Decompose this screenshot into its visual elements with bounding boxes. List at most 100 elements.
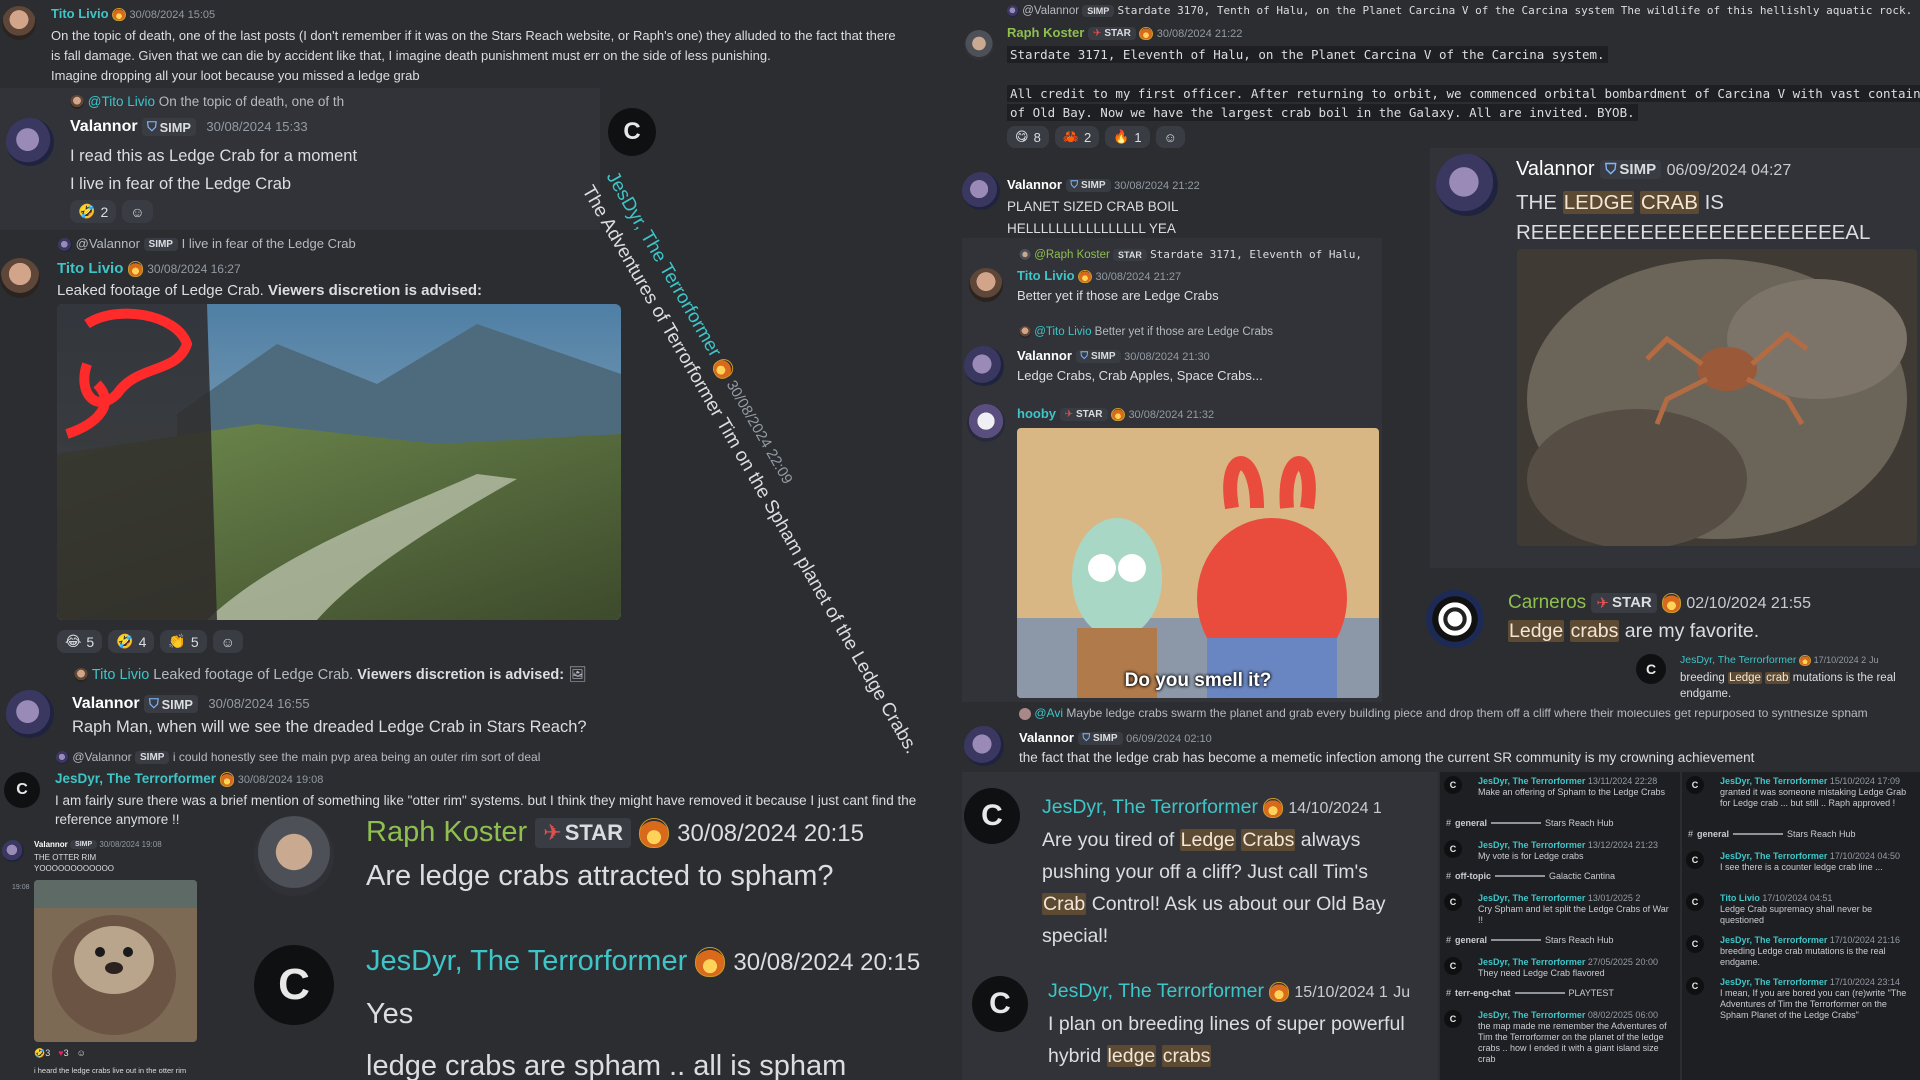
search-result[interactable]: C JesDyr, The Terrorformer 17/10/2024 23:… [1686,977,1914,1021]
reaction-yum[interactable]: 😋 8 [1007,126,1049,148]
reply-mention[interactable]: @Valannor [76,236,140,251]
avatar[interactable]: C [972,976,1028,1032]
author-name[interactable]: Valannor [1516,158,1595,180]
avatar[interactable]: C [608,108,656,156]
reply-mention[interactable]: @Tito Livio [1034,326,1091,338]
author-name[interactable]: Tito Livio [1720,893,1760,903]
channel-divider[interactable]: # general Stars Reach Hub [1446,935,1614,945]
add-reaction-button[interactable]: ☺ [212,630,243,653]
search-result[interactable]: C JesDyr, The Terrorformer 17/10/2024 04:… [1686,851,1914,873]
reply-preview[interactable]: Better yet if those are Ledge Crabs [1095,326,1273,338]
avatar[interactable] [962,172,1000,210]
add-reaction-button[interactable]: ☺ [122,200,153,223]
author-name[interactable]: Tito Livio [1017,268,1075,283]
author-name[interactable]: Raph Koster [366,816,527,848]
meme-image[interactable]: Do you smell it? [1017,428,1379,698]
author-name[interactable]: Valannor [1017,348,1072,363]
avatar[interactable] [964,346,1004,386]
reply-mention[interactable]: @Valannor [72,750,131,764]
channel-divider[interactable]: # general Stars Reach Hub [1688,829,1856,839]
avatar[interactable]: C [254,945,334,1025]
author-name[interactable]: JesDyr, The Terrorformer [1680,654,1796,666]
avatar[interactable] [6,690,54,738]
reply-preview[interactable]: I live in fear of the Ledge Crab [182,236,356,251]
avatar[interactable]: C [1686,935,1704,953]
avatar[interactable]: C [1444,1010,1462,1028]
author-name[interactable]: JesDyr, The Terrorformer [1478,1010,1585,1020]
reply-preview[interactable]: Leaked footage of Ledge Crab. [153,667,353,683]
search-result[interactable]: C JesDyr, The Terrorformer 15/10/2024 17:… [1686,776,1914,809]
reaction-fire[interactable]: 🔥 1 [1105,126,1150,148]
avatar[interactable] [964,726,1004,766]
search-result[interactable]: C JesDyr, The Terrorformer 13/11/2024 22:… [1444,776,1674,798]
avatar[interactable]: C [1444,893,1462,911]
reaction-rofl[interactable]: 🤣3 [34,1048,50,1059]
channel-divider[interactable]: # off-topic Galactic Cantina [1446,871,1615,881]
reaction-clap[interactable]: 👏 5 [160,630,207,653]
reaction-rofl[interactable]: 🤣 4 [108,630,155,653]
avatar[interactable]: C [1444,776,1462,794]
author-name[interactable]: Valannor [1019,730,1074,745]
author-name[interactable]: JesDyr, The Terrorformer [55,771,216,786]
author-name[interactable]: JesDyr, The Terrorformer [1042,796,1258,818]
avatar[interactable] [2,6,36,40]
reply-preview[interactable]: On the topic of death, one of th [159,94,344,109]
reaction-joy[interactable]: 😂 5 [57,630,103,653]
avatar[interactable] [967,404,1005,442]
reaction-rofl[interactable]: 🤣 2 [70,200,117,223]
author-name[interactable]: Tito Livio [51,6,109,21]
author-name[interactable]: JesDyr, The Terrorformer [1478,840,1585,850]
author-name[interactable]: Valannor [1007,177,1062,192]
author-name[interactable]: JesDyr, The Terrorformer [1478,957,1585,967]
author-name[interactable]: JesDyr, The Terrorformer [1720,776,1827,786]
reply-preview[interactable]: Stardate 3171, Eleventh of Halu, [1150,248,1362,261]
avatar[interactable]: C [1444,840,1462,858]
avatar[interactable]: C [1686,851,1704,869]
channel-divider[interactable]: # general Stars Reach Hub [1446,818,1614,828]
avatar[interactable] [2,840,24,862]
channel-divider[interactable]: # terr-eng-chat PLAYTEST [1446,988,1614,998]
avatar[interactable]: C [1444,957,1462,975]
author-name[interactable]: Valannor [72,695,140,712]
avatar[interactable] [254,816,334,896]
search-result[interactable]: C JesDyr, The Terrorformer 17/10/2024 21:… [1686,935,1914,968]
search-result[interactable]: C Tito Livio 17/10/2024 04:51 Ledge Crab s… [1686,893,1914,926]
add-reaction-button[interactable]: ☺ [1155,126,1185,148]
reaction-crab[interactable]: 🦀 2 [1054,126,1100,148]
avatar[interactable]: C [1686,893,1704,911]
add-reaction-button[interactable]: ☺ [77,1048,86,1059]
avatar[interactable]: C [4,772,40,808]
reply-mention[interactable]: @Raph Koster [1034,249,1110,261]
author-name[interactable]: Valannor [70,118,138,135]
search-result[interactable]: C JesDyr, The Terrorformer 08/02/2025 06:… [1444,1010,1674,1065]
avatar[interactable] [969,268,1003,302]
reply-preview[interactable]: Stardate 3170, Tenth of Halu, on the Pla… [1117,4,1912,17]
author-name[interactable]: JesDyr, The Terrorformer [1720,935,1827,945]
avatar[interactable]: C [1636,654,1666,684]
search-result[interactable]: C JesDyr, The Terrorformer 13/01/2025 2 Cr… [1444,893,1674,926]
author-name[interactable]: JesDyr, The Terrorformer [1720,851,1827,861]
author-name[interactable]: Valannor [34,840,68,849]
author-name[interactable]: JesDyr, The Terrorformer [366,945,687,977]
reply-mention[interactable]: @Avi [1034,706,1063,720]
reply-preview[interactable]: i could honestly see the main pvp area b… [173,750,541,764]
otter-image[interactable] [34,880,197,1042]
avatar[interactable] [1426,590,1484,648]
avatar[interactable] [6,118,54,166]
leaked-footage-image[interactable] [57,304,621,620]
avatar[interactable] [0,258,40,298]
avatar[interactable] [964,30,994,60]
search-result[interactable]: C JesDyr, The Terrorformer 13/12/2024 21:… [1444,840,1674,862]
reply-mention[interactable]: @Tito Livio [88,94,155,109]
author-name[interactable]: hooby [1017,406,1056,421]
author-name[interactable]: Carneros [1508,592,1586,613]
reaction-heart[interactable]: ♥3 [58,1048,68,1059]
avatar[interactable]: C [1686,977,1704,995]
avatar[interactable]: C [1686,776,1704,794]
author-name[interactable]: JesDyr, The Terrorformer [1048,980,1264,1002]
author-name[interactable]: JesDyr, The Terrorformer [1720,977,1827,987]
author-name[interactable]: JesDyr, The Terrorformer [1478,893,1585,903]
reply-mention[interactable]: Tito Livio [92,667,149,683]
crab-photo[interactable] [1517,249,1917,546]
author-name[interactable]: Raph Koster [1007,25,1084,40]
